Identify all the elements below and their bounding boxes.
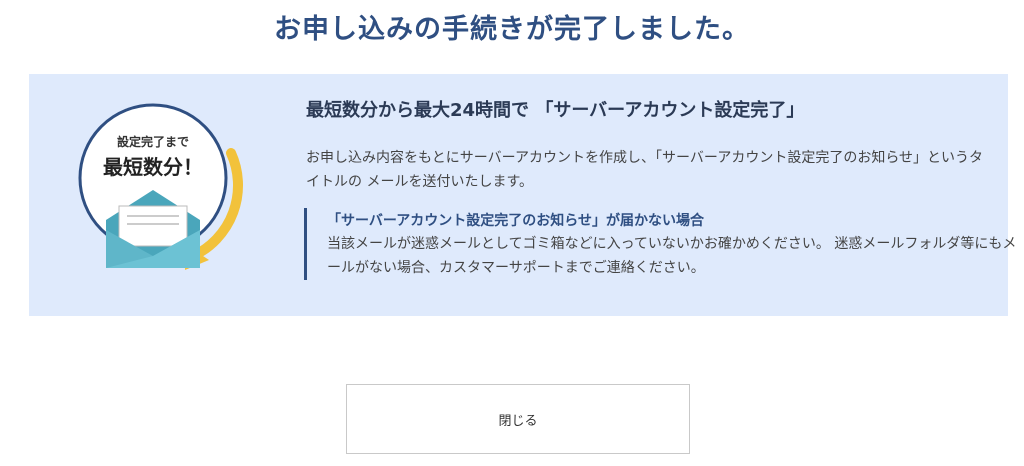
mail-badge-icon: 設定完了まで 最短数分！: [78, 103, 243, 270]
panel-heading: 最短数分から最大24時間で 「サーバーアカウント設定完了」: [306, 100, 805, 121]
badge-line1: 設定完了まで: [117, 134, 189, 149]
page-title: お申し込みの手続きが完了しました。: [274, 14, 750, 45]
notice-box: 「サーバーアカウント設定完了のお知らせ」が届かない場合 当該メールが迷惑メールと…: [304, 208, 1022, 280]
panel-body: お申し込み内容をもとにサーバーアカウントを作成し、「サーバーアカウント設定完了の…: [306, 150, 984, 190]
completion-page: お申し込みの手続きが完了しました。 設定完了まで 最短数分！ 最短数分から最大2…: [0, 0, 1024, 466]
info-panel: 設定完了まで 最短数分！ 最短数分から最大24時間で 「サーバーアカウント設定完…: [29, 74, 1016, 316]
close-button[interactable]: 閉じる: [346, 384, 690, 454]
notice-title: 「サーバーアカウント設定完了のお知らせ」が届かない場合: [327, 213, 705, 229]
notice-text: 当該メールが迷惑メールとしてゴミ箱などに入っていないかお確かめください。 迷惑メ…: [327, 236, 1017, 276]
badge-line2: 最短数分！: [103, 155, 203, 179]
